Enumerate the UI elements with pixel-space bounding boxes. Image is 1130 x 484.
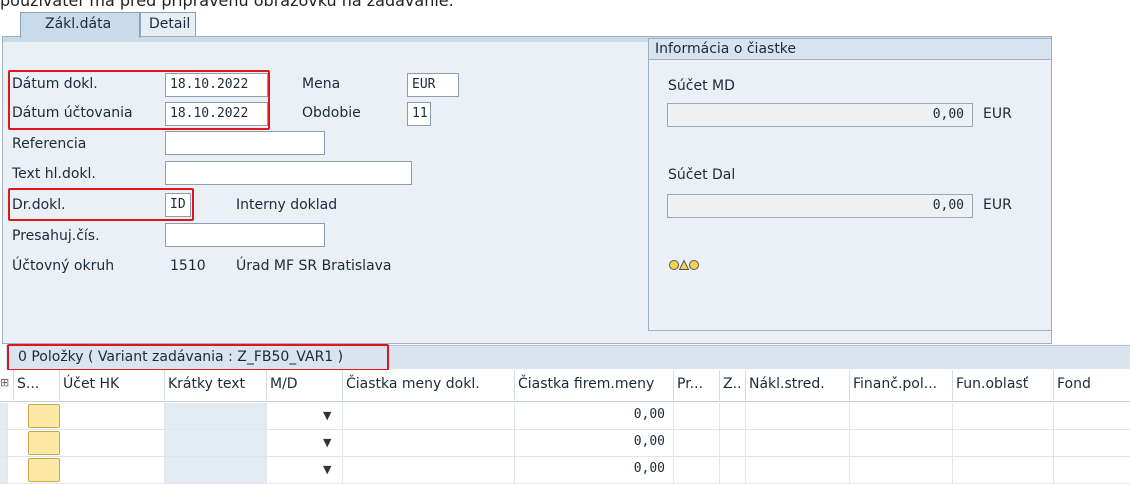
presah-input[interactable] [165,223,325,247]
cell-kratky-text[interactable] [165,457,267,483]
cell-pr[interactable] [674,430,720,456]
row-selector[interactable] [0,430,8,456]
cell-md[interactable]: ▼ [267,457,343,483]
col-s[interactable]: S... [14,370,60,402]
row-selector[interactable] [0,457,8,483]
cell-ciastka-firem: 0,00 [515,457,674,483]
text-hl-dokl-input[interactable] [165,161,412,185]
cell-md[interactable]: ▼ [267,430,343,456]
row-selector-header[interactable]: ⊞ [0,370,14,402]
cell-ucet-hk[interactable] [60,430,165,456]
cell-nakl-stred[interactable] [746,430,850,456]
cell-pr[interactable] [674,457,720,483]
cell-ciastka-meny[interactable] [343,403,515,429]
cell-ciastka-firem: 0,00 [515,403,674,429]
col-ciastka-meny[interactable]: Čiastka meny dokl. [343,370,515,402]
info-title: Informácia o čiastke [648,38,1052,60]
text-hl-dokl-label: Text hl.dokl. [12,166,96,182]
obdobie-label: Obdobie [302,105,361,121]
table-row: ▼ 0,00 [0,457,1130,484]
table-header: ⊞ S... Účet HK Krátky text M/D Čiastka m… [0,370,1130,402]
highlight-box-druh [8,188,194,221]
sucet-dal-label: Súčet Dal [668,167,736,183]
col-financ-pol[interactable]: Finanč.pol... [850,370,953,402]
cell-ciastka-firem: 0,00 [515,430,674,456]
sucet-md-currency: EUR [983,106,1012,122]
cell-ciastka-meny[interactable] [343,430,515,456]
cell-z[interactable] [720,457,746,483]
dropdown-arrow-icon[interactable]: ▼ [323,436,331,449]
cell-fun-oblast[interactable] [953,430,1054,456]
referencia-label: Referencia [12,136,87,152]
uctovny-okruh-desc: Úrad MF SR Bratislava [236,258,392,274]
cell-fond[interactable] [1054,430,1130,456]
table-row: ▼ 0,00 [0,403,1130,430]
cell-fun-oblast[interactable] [953,457,1054,483]
cell-fond[interactable] [1054,457,1130,483]
cell-ucet-hk[interactable] [60,403,165,429]
sucet-dal-currency: EUR [983,197,1012,213]
cell-fun-oblast[interactable] [953,403,1054,429]
mena-label: Mena [302,76,341,92]
table-row: ▼ 0,00 [0,430,1130,457]
cell-nakl-stred[interactable] [746,403,850,429]
cell-financ-pol[interactable] [850,457,953,483]
obdobie-input[interactable]: 11 [407,102,431,126]
col-nakl-stred[interactable]: Nákl.stred. [746,370,850,402]
cell-kratky-text[interactable] [165,403,267,429]
col-pr[interactable]: Pr... [674,370,720,402]
cell-fond[interactable] [1054,403,1130,429]
cell-ciastka-meny[interactable] [343,457,515,483]
sucet-md-field: 0,00 [667,103,973,127]
col-ucet-hk[interactable]: Účet HK [60,370,165,402]
col-kratky-text[interactable]: Krátky text [165,370,267,402]
highlight-box-dates [8,70,270,130]
col-ciastka-firem[interactable]: Čiastka firem.meny [515,370,674,402]
cell-z[interactable] [720,430,746,456]
referencia-input[interactable] [165,131,325,155]
sucet-md-label: Súčet MD [668,78,735,94]
uctovny-okruh-label: Účtovný okruh [12,258,115,274]
dropdown-arrow-icon[interactable]: ▼ [323,409,331,422]
dropdown-arrow-icon[interactable]: ▼ [323,463,331,476]
col-fond[interactable]: Fond [1054,370,1130,402]
uctovny-okruh-value: 1510 [170,258,206,274]
select-button[interactable] [28,431,60,455]
sucet-dal-field: 0,00 [667,194,973,218]
cell-ucet-hk[interactable] [60,457,165,483]
highlight-box-items [7,344,389,371]
tab-detail-label: Detail [149,16,191,32]
cell-financ-pol[interactable] [850,403,953,429]
cell-nakl-stred[interactable] [746,457,850,483]
row-selector[interactable] [0,403,8,429]
select-button[interactable] [28,404,60,428]
select-button[interactable] [28,458,60,482]
tab-zakl-data-label: Zákl.dáta [45,16,112,32]
druh-dokl-desc: Interny doklad [236,197,338,213]
tab-zakl-data[interactable]: Zákl.dáta [20,12,140,38]
cell-kratky-text[interactable] [165,430,267,456]
col-md[interactable]: M/D [267,370,343,402]
col-fun-oblast[interactable]: Fun.oblasť [953,370,1054,402]
tab-detail[interactable]: Detail [140,12,196,38]
cell-pr[interactable] [674,403,720,429]
page-caption: používateľ má pred pripravenú obrazovku … [0,0,454,10]
mena-input[interactable]: EUR [407,73,459,97]
traffic-light-icon [668,258,700,272]
col-z[interactable]: Z.. [720,370,746,402]
cell-financ-pol[interactable] [850,430,953,456]
cell-z[interactable] [720,403,746,429]
cell-md[interactable]: ▼ [267,403,343,429]
presah-label: Presahuj.čís. [12,228,100,244]
